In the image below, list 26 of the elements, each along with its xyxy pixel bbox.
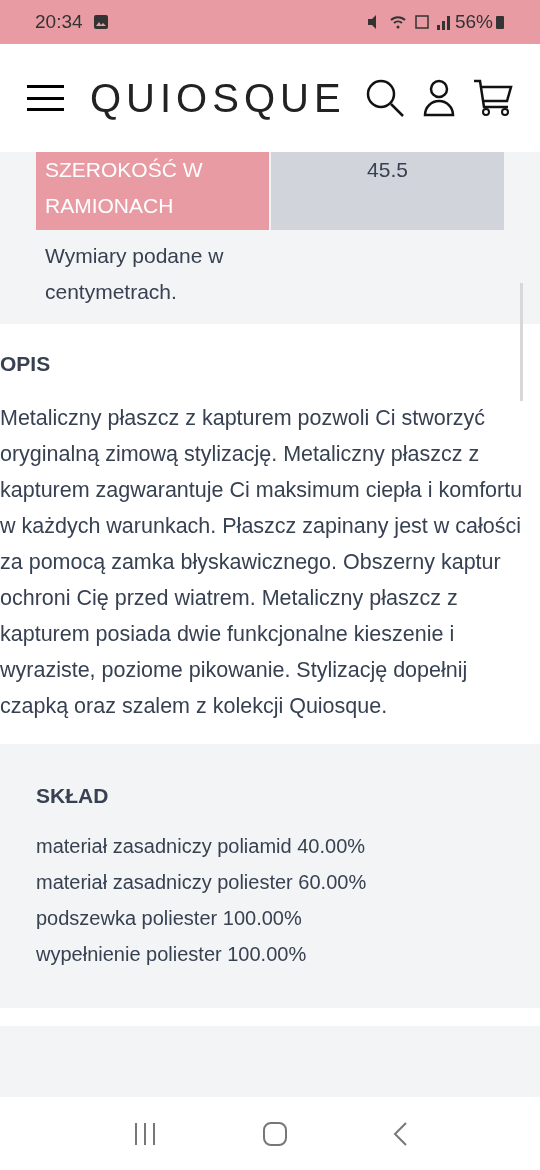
- battery-percent: 56%: [454, 9, 493, 34]
- table-cell: 45.5: [271, 152, 504, 230]
- description-text: Metaliczny płaszcz z kapturem pozwoli Ci stworzyć oryginalną zimową stylizację. Metaliczny płaszcz z kapturem zagwarantuje Ci maksimum ciepła i komfortu w każdych warunkach. Płaszcz zapinany jest w całości za pomocą zamka błyskawicznego. Obszerny kaptur ochroni Cię przed wiatrem. Metaliczny płaszcz z kapturem posiada dwie funkcjonalne kieszenie i wyraziste, poziome pikowanie. Stylizację dopełnij czapką oraz szalem z kolekcji Quiosque.: [0, 405, 524, 720]
- battery-icon: [495, 14, 505, 30]
- back-icon[interactable]: [393, 1121, 407, 1146]
- menu-icon[interactable]: [27, 85, 64, 111]
- status-time: 20:34: [35, 9, 83, 34]
- section-heading: SKŁAD: [36, 783, 110, 809]
- section-heading: OPIS: [0, 351, 52, 377]
- wifi-icon: [388, 15, 407, 29]
- search-icon[interactable]: [365, 78, 405, 118]
- signal-icon: [436, 14, 451, 30]
- lte-icon: [414, 15, 429, 29]
- composition-item: materiał zasadniczy poliester 60.00%: [36, 870, 368, 895]
- logo[interactable]: QUIOSQUE: [90, 78, 346, 118]
- composition-item: wypełnienie poliester 100.00%: [36, 942, 308, 967]
- image-icon: [92, 14, 109, 30]
- scrollbar-thumb[interactable]: [520, 283, 523, 401]
- user-icon[interactable]: [423, 79, 455, 117]
- recent-apps-icon[interactable]: [133, 1121, 157, 1146]
- cart-icon[interactable]: [473, 79, 513, 117]
- size-note: Wymiary podane w centymetrach.: [44, 243, 225, 305]
- home-icon[interactable]: [263, 1121, 287, 1146]
- table-cell: SZEROKOŚĆ W RAMIONACH: [36, 152, 269, 230]
- composition-item: podszewka poliester 100.00%: [36, 906, 303, 931]
- composition-item: materiał zasadniczy poliamid 40.00%: [36, 834, 367, 859]
